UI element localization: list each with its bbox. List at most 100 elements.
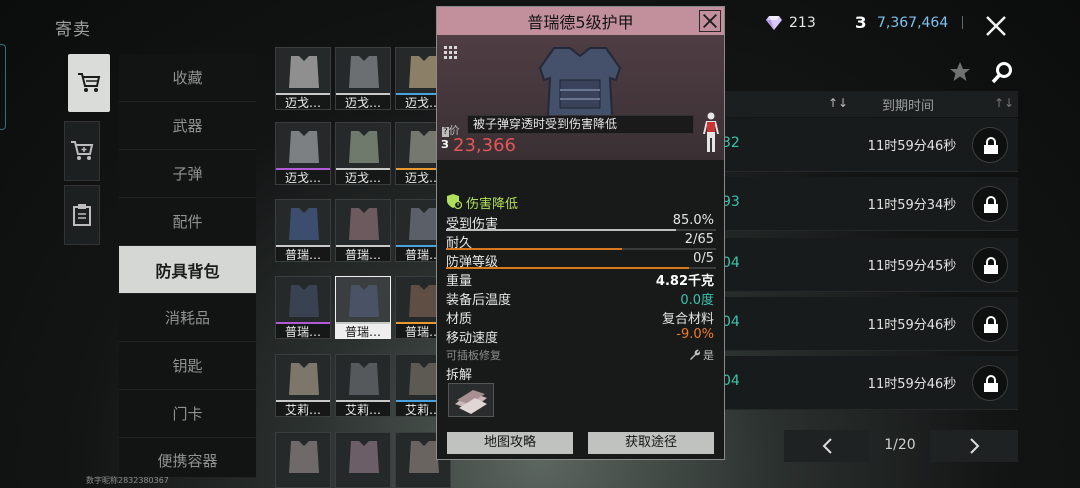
listing-row[interactable]: 04 11时59分46秒 — [722, 356, 1018, 410]
listing-row[interactable]: 93 11时59分34秒 — [722, 177, 1018, 231]
effect-label: 伤害降低 — [466, 197, 519, 212]
item-cell[interactable]: 艾莉… — [335, 354, 391, 417]
category-containers[interactable]: 便携容器 — [119, 438, 256, 478]
chevron-right-icon — [970, 438, 980, 454]
player-id: 数字昵称2832380367 — [86, 476, 169, 485]
diamond-icon — [766, 16, 782, 30]
grid-size-icon — [444, 46, 457, 59]
buy-lock-button[interactable] — [972, 247, 1008, 283]
material-icon — [455, 390, 487, 414]
buy-lock-button[interactable] — [972, 127, 1008, 163]
vest-icon — [289, 441, 319, 473]
category-keycards[interactable]: 门卡 — [119, 390, 256, 438]
item-cell[interactable]: 普瑞… — [275, 276, 331, 339]
category-attachments[interactable]: 配件 — [119, 198, 256, 246]
shield-icon — [447, 194, 462, 209]
item-name: 迈戈… — [336, 95, 390, 109]
category-favorites[interactable]: 收藏 — [119, 54, 256, 102]
next-page-button[interactable] — [930, 430, 1018, 462]
item-cell[interactable]: 迈戈… — [275, 47, 331, 110]
lock-icon — [984, 375, 998, 392]
disassemble-label: 拆解 — [446, 368, 473, 383]
vest-icon — [289, 56, 319, 88]
item-name: 迈戈… — [336, 170, 390, 184]
category-weapons[interactable]: 武器 — [119, 102, 256, 150]
diamond-count: 213 — [789, 15, 816, 31]
listing-row[interactable]: 04 11时59分45秒 — [722, 238, 1018, 292]
stat-row: 装备后温度 0.0度 — [446, 288, 716, 308]
item-cell[interactable]: 迈戈… — [275, 122, 331, 185]
records-tab[interactable] — [64, 185, 100, 245]
lock-icon — [984, 196, 998, 213]
sell-cart-icon — [71, 141, 94, 160]
vest-icon — [289, 131, 319, 163]
stat-value: -9.0% — [676, 327, 714, 342]
search-icon[interactable] — [990, 61, 1014, 85]
item-cell[interactable]: 迈戈… — [335, 122, 391, 185]
vest-icon — [349, 56, 379, 88]
lock-icon — [984, 257, 998, 274]
vest-icon — [349, 285, 379, 317]
stat-row: 耐久 2/65 — [446, 231, 716, 251]
sort-icon[interactable]: ↑↓ — [828, 96, 848, 110]
lock-icon — [984, 316, 998, 333]
stat-value: 85.0% — [672, 213, 714, 228]
stat-row: 重量 4.82千克 — [446, 269, 716, 289]
listing-row[interactable]: 04 11时59分46秒 — [722, 297, 1018, 351]
item-cell[interactable]: 普瑞… — [335, 199, 391, 262]
listing-expire-time: 11时59分34秒 — [867, 198, 957, 213]
vest-icon — [349, 131, 379, 163]
sort-icon[interactable]: ↑↓ — [994, 96, 1014, 110]
category-ammo[interactable]: 子弹 — [119, 150, 256, 198]
page-title: 寄卖 — [55, 20, 91, 40]
item-name: 普瑞… — [276, 324, 330, 338]
buy-lock-button[interactable] — [972, 186, 1008, 222]
buy-lock-button[interactable] — [972, 306, 1008, 342]
vest-icon — [349, 208, 379, 240]
listing-row[interactable]: 32 11时59分46秒 — [722, 118, 1018, 172]
coin-icon: З — [855, 13, 867, 32]
edge-drawer-handle[interactable] — [0, 44, 6, 130]
vest-icon — [349, 363, 379, 395]
item-name: 艾莉… — [336, 402, 390, 416]
price-value: 23,366 — [453, 135, 516, 156]
tooltip: 被子弹穿透时受到伤害降低 — [467, 115, 694, 134]
coin-icon: З — [441, 138, 449, 151]
lock-icon — [984, 137, 998, 154]
item-cell[interactable]: 迈戈… — [335, 47, 391, 110]
clipboard-icon — [73, 204, 91, 226]
close-icon[interactable] — [982, 12, 1010, 40]
vest-icon — [289, 285, 319, 317]
page-indicator: 1/20 — [884, 437, 916, 453]
favorite-star-icon[interactable] — [949, 61, 971, 83]
buy-tab[interactable] — [68, 54, 110, 112]
item-cell[interactable] — [275, 432, 331, 488]
item-cell[interactable] — [335, 432, 391, 488]
stat-key: 可插板修复 — [446, 349, 501, 362]
coin-count: 7,367,464 — [877, 15, 949, 31]
item-cell[interactable]: 艾莉… — [275, 354, 331, 417]
item-name: 普瑞… — [276, 247, 330, 261]
item-cell[interactable]: 普瑞… — [275, 199, 331, 262]
item-name: 迈戈… — [276, 95, 330, 109]
stat-key: 装备后温度 — [446, 293, 512, 308]
item-name: 普瑞… — [336, 247, 390, 261]
category-keys[interactable]: 钥匙 — [119, 342, 256, 390]
buy-lock-button[interactable] — [972, 365, 1008, 401]
category-armor-backpacks[interactable]: 防具背包 — [119, 246, 256, 294]
prev-page-button[interactable] — [784, 430, 870, 462]
wrench-icon — [689, 349, 700, 360]
sell-tab[interactable] — [64, 121, 100, 181]
popup-title: 普瑞德5级护甲 — [527, 13, 634, 32]
category-list: 收藏 武器 子弹 配件 防具背包 消耗品 钥匙 门卡 便携容器 — [119, 54, 256, 478]
close-icon[interactable] — [699, 10, 721, 32]
category-consumables[interactable]: 消耗品 — [119, 294, 256, 342]
item-cell-selected[interactable]: 普瑞… — [335, 276, 391, 339]
obtain-source-button[interactable]: 获取途径 — [588, 432, 714, 454]
disassemble-material[interactable] — [448, 383, 494, 417]
map-guide-button[interactable]: 地图攻略 — [447, 432, 573, 454]
expire-column-header[interactable]: 到期时间 — [858, 95, 958, 114]
divider — [962, 16, 963, 29]
stat-key: 移动速度 — [446, 331, 499, 346]
listing-expire-time: 11时59分46秒 — [867, 377, 957, 392]
